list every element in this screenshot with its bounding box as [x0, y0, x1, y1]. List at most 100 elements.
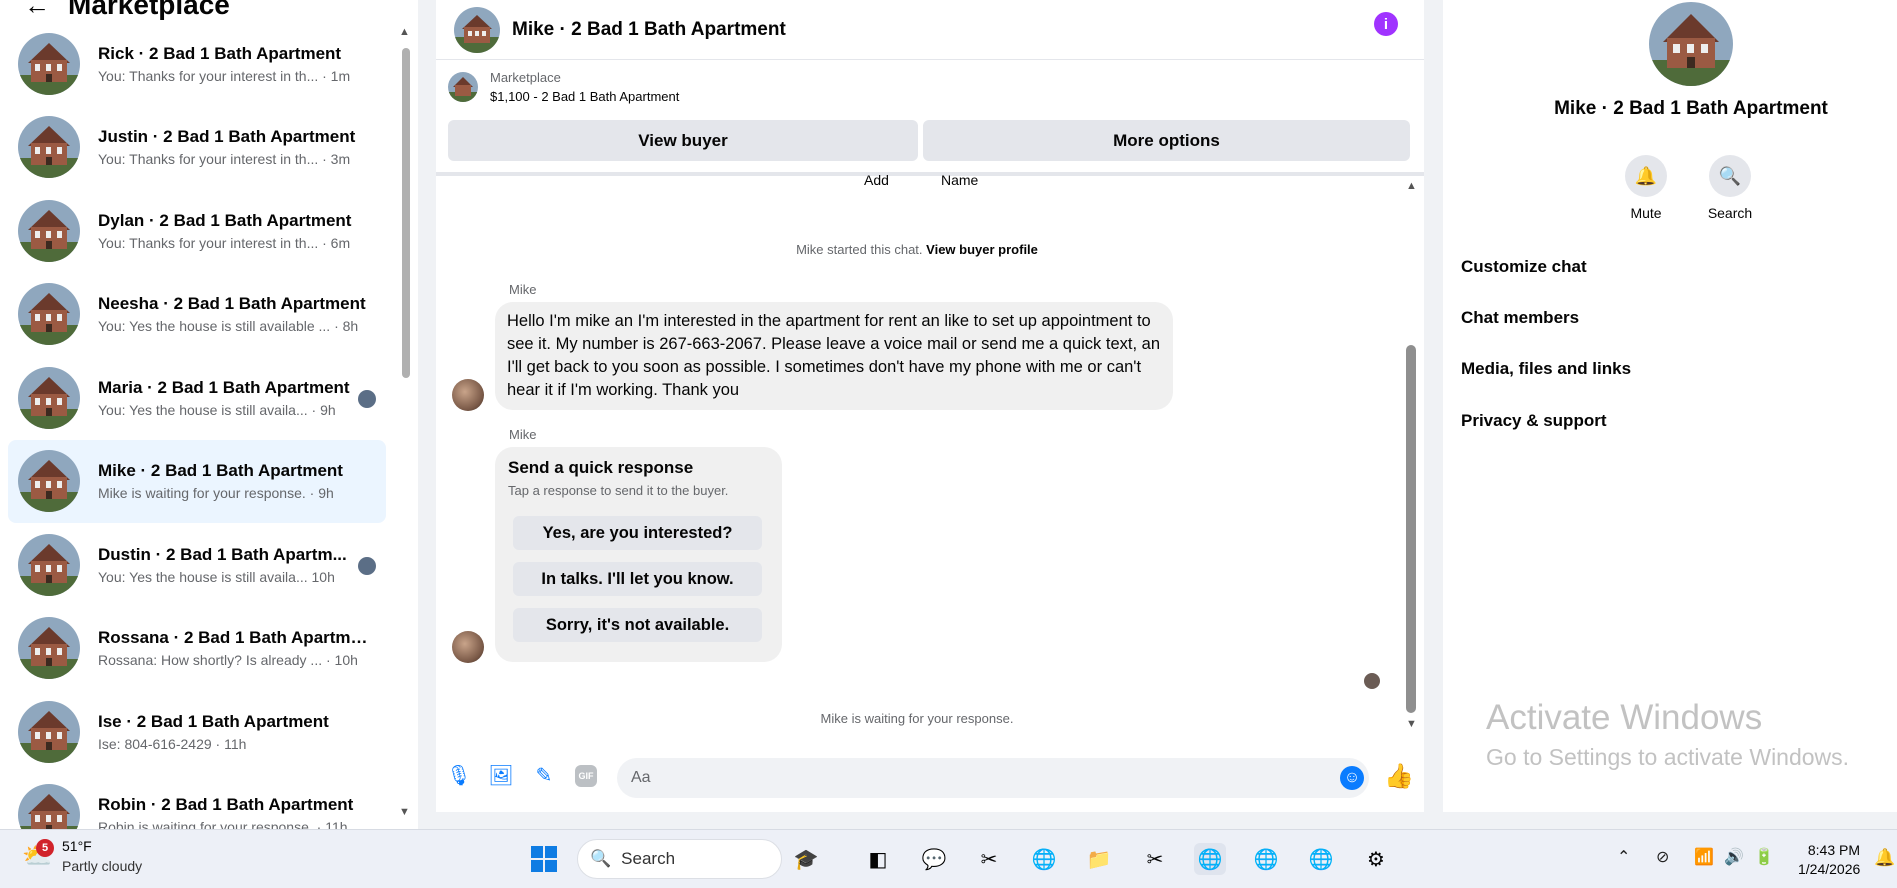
seen-avatar: [358, 390, 376, 408]
sidebar-scrollbar[interactable]: ▲ ▼: [395, 24, 415, 824]
gif-icon[interactable]: GIF: [575, 765, 597, 787]
chrome-icon[interactable]: 🌐: [1028, 843, 1060, 875]
conversation-item[interactable]: Justin · 2 Bad 1 Bath Apartment You: Than…: [8, 106, 386, 190]
eye-off-icon[interactable]: ⊘: [1656, 847, 1669, 867]
windows-start-icon[interactable]: [528, 843, 560, 875]
scroll-down-arrow-icon[interactable]: ▼: [1406, 718, 1417, 730]
search-icon[interactable]: 🔍: [1709, 155, 1751, 197]
search-action[interactable]: 🔍 Search: [1700, 155, 1760, 221]
quick-response-option[interactable]: Yes, are you interested?: [513, 516, 762, 550]
quick-response-option[interactable]: In talks. I'll let you know.: [513, 562, 762, 596]
name-label: Name: [941, 172, 979, 188]
volume-icon[interactable]: 🔊: [1724, 847, 1744, 867]
conversation-item[interactable]: Dylan · 2 Bad 1 Bath Apartment You: Thank…: [8, 189, 386, 273]
file-explorer-icon[interactable]: 📁: [1083, 843, 1115, 875]
chat-title[interactable]: Mike · 2 Bad 1 Bath Apartment: [512, 19, 786, 41]
emoji-icon[interactable]: ☺: [1340, 766, 1364, 790]
message-input[interactable]: [617, 758, 1369, 798]
conversation-text: Justin · 2 Bad 1 Bath Apartment You: Than…: [98, 127, 368, 167]
privacy-support-item[interactable]: Privacy & support: [1461, 411, 1607, 431]
conversation-item[interactable]: Mike · 2 Bad 1 Bath Apartment Mike is wai…: [8, 439, 386, 523]
house-avatar[interactable]: [1649, 2, 1733, 86]
chrome-profile-icon[interactable]: 🌐: [1250, 843, 1282, 875]
conversation-preview: Robin is waiting for your response. · 11…: [98, 819, 368, 829]
sidebar-title: Marketplace: [68, 0, 230, 20]
conversation-item[interactable]: Rossana · 2 Bad 1 Bath Apartment Rossana:…: [8, 607, 386, 691]
conversation-text: Mike · 2 Bad 1 Bath Apartment Mike is wai…: [98, 461, 368, 501]
chevron-up-icon[interactable]: ⌃: [1617, 847, 1630, 867]
listing-summary[interactable]: Marketplace $1,100 - 2 Bad 1 Bath Apartm…: [448, 70, 679, 104]
taskbar-search-label: Search: [621, 849, 676, 868]
view-buyer-button[interactable]: View buyer: [448, 120, 918, 161]
back-arrow-icon[interactable]: ←: [24, 0, 50, 21]
preview-text: You: Yes the house is still availa...: [98, 568, 308, 585]
conversation-name: Rick · 2 Bad 1 Bath Apartment: [98, 43, 342, 63]
chrome-profile-icon[interactable]: 🌐: [1305, 843, 1337, 875]
conversation-item[interactable]: Rick · 2 Bad 1 Bath Apartment You: Thanks…: [8, 22, 386, 106]
chat-header: Mike · 2 Bad 1 Bath Apartment i: [436, 0, 1424, 60]
house-thumbnail: [18, 199, 80, 262]
preview-text: You: Yes the house is still available ..…: [98, 318, 331, 335]
house-thumbnail: [18, 283, 80, 346]
notification-bell-icon[interactable]: 🔔: [1874, 848, 1895, 868]
mute-action[interactable]: 🔔 Mute: [1616, 155, 1676, 221]
conversation-item[interactable]: Dustin · 2 Bad 1 Bath Apartm... You: Yes …: [8, 523, 386, 607]
system-clock[interactable]: 8:43 PM 1/24/2026: [1798, 841, 1860, 879]
customize-chat-item[interactable]: Customize chat: [1461, 257, 1587, 277]
conversation-preview: You: Yes the house is still available ..…: [98, 318, 368, 334]
scroll-up-arrow-icon[interactable]: ▲: [399, 26, 410, 38]
chat-members-item[interactable]: Chat members: [1461, 308, 1579, 328]
sidebar-header: ← Marketplace: [24, 0, 230, 20]
conversation-name: Maria · 2 Bad 1 Bath Apartment: [98, 377, 350, 397]
search-icon: 🔍: [590, 849, 612, 868]
microphone-icon[interactable]: 🎙: [446, 762, 472, 788]
conversation-item[interactable]: Robin · 2 Bad 1 Bath Apartment Robin is w…: [8, 774, 386, 829]
capcut-icon[interactable]: ✂: [973, 843, 1005, 875]
conversation-name: Neesha · 2 Bad 1 Bath Apartment: [98, 294, 366, 314]
quick-response-subtitle: Tap a response to send it to the buyer.: [508, 483, 729, 498]
snipping-tool-icon[interactable]: ✂: [1139, 843, 1171, 875]
house-avatar[interactable]: [454, 6, 500, 53]
sticker-icon[interactable]: ✎: [531, 762, 557, 788]
conversation-preview: You: Thanks for your interest in th... ·…: [98, 235, 368, 251]
scroll-down-arrow-icon[interactable]: ▼: [399, 806, 410, 818]
chat-app-icon[interactable]: 💬: [918, 843, 950, 875]
chat-details-panel: Mike · 2 Bad 1 Bath Apartment 🔔 Mute 🔍 S…: [1443, 0, 1897, 812]
house-thumbnail: [18, 700, 80, 763]
quick-response-option[interactable]: Sorry, it's not available.: [513, 608, 762, 642]
taskbar-search[interactable]: 🔍 Search: [577, 839, 782, 879]
buyer-avatar[interactable]: [452, 631, 484, 663]
thumbs-up-icon[interactable]: 👍: [1384, 762, 1414, 791]
chrome-active-icon[interactable]: 🌐: [1194, 843, 1226, 875]
task-view-icon[interactable]: ◧: [862, 843, 894, 875]
scrollbar-thumb[interactable]: [1406, 345, 1416, 713]
scrollbar-thumb[interactable]: [402, 48, 410, 378]
conversation-item[interactable]: Neesha · 2 Bad 1 Bath Apartment You: Yes …: [8, 273, 386, 357]
wifi-icon[interactable]: 📶: [1694, 847, 1714, 867]
settings-gear-icon[interactable]: ⚙: [1360, 843, 1392, 875]
media-files-links-item[interactable]: Media, files and links: [1461, 359, 1631, 379]
conversation-preview: Mike is waiting for your response. · 9h: [98, 485, 368, 501]
more-options-button[interactable]: More options: [923, 120, 1410, 161]
mute-label: Mute: [1630, 205, 1662, 221]
chat-scrollbar[interactable]: ▲ ▼: [1402, 180, 1420, 735]
info-icon[interactable]: i: [1374, 12, 1398, 36]
conversation-preview: You: Thanks for your interest in th... ·…: [98, 68, 368, 84]
weather-widget[interactable]: ⛅ 5 51°F Partly cloudy: [22, 838, 142, 874]
scroll-up-arrow-icon[interactable]: ▲: [1406, 180, 1417, 192]
search-label: Search: [1707, 205, 1753, 221]
watermark-line1: Activate Windows: [1486, 698, 1763, 737]
photo-icon[interactable]: 🖼: [488, 762, 514, 788]
bell-icon[interactable]: 🔔: [1625, 155, 1667, 197]
preview-time: · 9h: [309, 485, 334, 502]
battery-icon[interactable]: 🔋: [1754, 847, 1774, 867]
conversation-name: Mike · 2 Bad 1 Bath Apartment: [98, 461, 343, 481]
preview-text: Rossana: How shortly? Is already ...: [98, 652, 323, 669]
conversation-item[interactable]: Maria · 2 Bad 1 Bath Apartment You: Yes t…: [8, 356, 386, 440]
weather-condition: Partly cloudy: [62, 858, 143, 874]
conversation-item[interactable]: Ise · 2 Bad 1 Bath Apartment Ise: 804-616…: [8, 690, 386, 774]
buyer-avatar[interactable]: [452, 379, 484, 411]
graduation-cap-icon[interactable]: 🎓: [790, 843, 822, 875]
message-sender: Mike: [509, 282, 537, 297]
view-buyer-profile-link[interactable]: View buyer profile: [926, 242, 1038, 257]
